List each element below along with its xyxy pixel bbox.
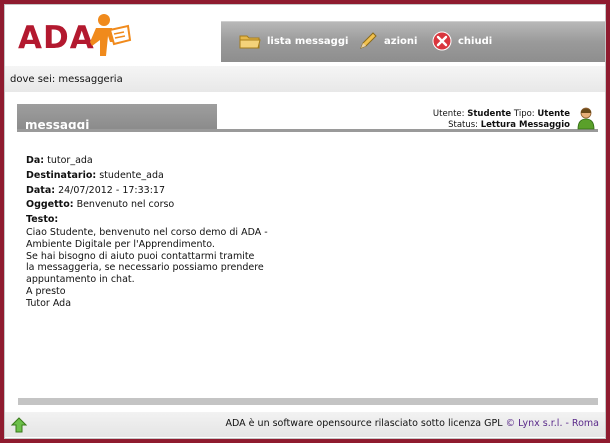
nav-label: lista messaggi — [267, 35, 349, 47]
tipo-value: Utente — [537, 109, 570, 119]
nav-label: chiudi — [458, 35, 493, 47]
status-label: Status: — [448, 120, 479, 130]
utente-label: Utente: — [432, 109, 465, 119]
date-label: Data: — [26, 184, 56, 196]
logo-text: ADA — [18, 20, 95, 56]
recipient-value: studente_ada — [99, 169, 164, 181]
ada-logo[interactable]: ADA — [18, 10, 138, 62]
from-label: Da: — [26, 155, 45, 166]
pencil-icon — [360, 32, 377, 49]
footer-lynx-link[interactable]: © Lynx s.r.l. - Roma — [506, 418, 599, 429]
close-icon — [432, 31, 452, 51]
footer: ADA è un software opensource rilasciato … — [5, 412, 605, 437]
main-content: messaggi Utente: Studente Tipo: Utente S… — [14, 104, 598, 404]
top-navigation: lista messaggi azioni chiudi — [221, 21, 605, 62]
subject-label: Oggetto: — [26, 199, 74, 211]
footer-license: ADA è un software opensource rilasciato … — [225, 418, 503, 429]
user-avatar-icon — [577, 107, 595, 130]
utente-value: Studente — [467, 109, 512, 119]
text-value: Ciao Studente, benvenuto nel corso demo … — [26, 226, 268, 309]
section-tab: messaggi — [17, 104, 217, 132]
date-value: 24/07/2012 - 17:33:17 — [58, 184, 165, 196]
nav-lista-messaggi[interactable]: lista messaggi — [239, 30, 348, 52]
message-text: Testo: Ciao Studente, benvenuto nel cors… — [26, 214, 268, 309]
message-body: Da: tutor_ada Destinatario: studente_ada… — [26, 155, 268, 313]
nav-azioni[interactable]: azioni — [358, 30, 417, 52]
text-label: Testo: — [26, 214, 59, 226]
user-info: Utente: Studente Tipo: Utente Status: Le… — [433, 109, 570, 131]
recipient-label: Destinatario: — [26, 169, 97, 181]
tipo-label: Tipo: — [513, 109, 535, 119]
nav-chiudi[interactable]: chiudi — [432, 30, 492, 52]
bottom-divider-bar — [18, 398, 598, 405]
logo-figure-icon — [90, 14, 132, 56]
subject-value: Benvenuto nel corso — [76, 199, 175, 211]
message-date: Data: 24/07/2012 - 17:33:17 — [26, 185, 268, 197]
footer-text: ADA è un software opensource rilasciato … — [226, 418, 599, 429]
folder-icon — [239, 35, 261, 49]
status-value: Lettura Messaggio — [480, 120, 570, 130]
breadcrumb-bar: dove sei: messaggeria — [5, 66, 605, 92]
message-recipient: Destinatario: studente_ada — [26, 170, 268, 182]
nav-label: azioni — [384, 35, 418, 47]
breadcrumb: dove sei: messaggeria — [10, 74, 123, 85]
from-value: tutor_ada — [47, 155, 93, 166]
message-subject: Oggetto: Benvenuto nel corso — [26, 199, 268, 211]
arrow-up-icon[interactable] — [11, 417, 27, 433]
message-from: Da: tutor_ada — [26, 155, 268, 167]
